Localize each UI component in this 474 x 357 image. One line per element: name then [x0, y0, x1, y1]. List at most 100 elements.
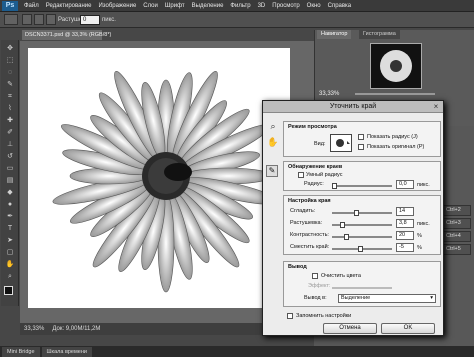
output-to-value: Выделение	[341, 295, 371, 301]
refine-radius-tool-icon[interactable]: ✎	[266, 165, 278, 177]
refine-edge-dialog: Уточнить край × ⌕ ✋ ✎ Режим просмотра Ви…	[262, 100, 444, 336]
cancel-button[interactable]: Отмена	[323, 323, 377, 334]
quick-select-tool-icon[interactable]: ✎	[5, 80, 15, 89]
shortcut-item[interactable]: Ctrl+5	[443, 244, 471, 255]
hand-tool-icon[interactable]: ✋	[5, 260, 15, 269]
menu-3d[interactable]: 3D	[258, 3, 266, 9]
smart-radius-checkbox[interactable]	[298, 172, 304, 178]
smart-radius-label: Умный радиус	[306, 172, 343, 178]
shift-edge-unit: %	[417, 245, 422, 251]
radius-slider-knob[interactable]	[332, 183, 337, 189]
eyedropper-tool-icon[interactable]: ⌇	[5, 104, 15, 113]
view-label: Вид:	[314, 141, 326, 147]
shift-edge-label: Сместить край:	[290, 244, 330, 250]
gradient-tool-icon[interactable]: ▤	[5, 176, 15, 185]
adjust-edge-section: Настройка края Сгладить: 14 Растушевка: …	[283, 195, 441, 255]
output-section: Вывод Очистить цвета Эффект: Вывод в: Вы…	[283, 261, 441, 307]
show-radius-checkbox[interactable]	[358, 134, 364, 140]
menu-file[interactable]: Файл	[24, 3, 39, 9]
zoom-readout[interactable]: 33,33%	[24, 326, 44, 332]
decontaminate-checkbox[interactable]	[312, 273, 318, 279]
close-icon[interactable]: ×	[431, 102, 441, 112]
amount-label: Эффект:	[308, 283, 331, 289]
blur-tool-icon[interactable]: ◆	[5, 188, 15, 197]
radius-slider[interactable]	[332, 185, 392, 187]
dodge-tool-icon[interactable]: ●	[5, 200, 15, 209]
menu-view[interactable]: Просмотр	[272, 3, 299, 9]
feather-slider-knob[interactable]	[340, 222, 345, 228]
menu-filter[interactable]: Фильтр	[230, 3, 250, 9]
contrast-unit: %	[417, 233, 422, 239]
output-to-select[interactable]: Выделение ▾	[338, 294, 436, 303]
feather-input[interactable]: 3,8	[396, 219, 414, 228]
eraser-tool-icon[interactable]: ▭	[5, 164, 15, 173]
canvas[interactable]	[28, 48, 290, 308]
shift-edge-slider-knob[interactable]	[358, 246, 363, 252]
shortcut-item[interactable]: Ctrl+2	[443, 205, 471, 216]
photoshop-logo: Ps	[2, 0, 18, 11]
healing-tool-icon[interactable]: ✚	[5, 116, 15, 125]
contrast-slider[interactable]	[332, 236, 392, 238]
menu-type[interactable]: Шрифт	[165, 3, 185, 9]
dialog-title[interactable]: Уточнить край	[263, 101, 443, 113]
menu-image[interactable]: Изображение	[98, 3, 136, 9]
radius-input[interactable]: 0,0	[396, 180, 414, 189]
marquee-tool-icon[interactable]: ⬚	[5, 56, 15, 65]
channel-shortcuts: Ctrl+2 Ctrl+3 Ctrl+4 Ctrl+5	[443, 205, 471, 257]
menu-edit[interactable]: Редактирование	[46, 3, 92, 9]
menu-select[interactable]: Выделение	[192, 3, 224, 9]
tool-preset-button[interactable]	[4, 14, 18, 25]
document-tab[interactable]: DSCN3371.psd @ 33,3% (RGB/8*)	[22, 30, 111, 40]
contrast-input[interactable]: 20	[396, 231, 414, 240]
ok-button[interactable]: OK	[381, 323, 435, 334]
contrast-label: Контрастность:	[290, 232, 329, 238]
feather-unit: пикс.	[102, 17, 116, 23]
radius-unit: пикс.	[417, 182, 430, 188]
tab-histogram[interactable]: Гистограмма	[359, 30, 400, 39]
shift-edge-input[interactable]: -5	[396, 243, 414, 252]
navigator-zoom[interactable]: 33,33%	[319, 91, 339, 97]
menu-window[interactable]: Окно	[307, 3, 321, 9]
crop-tool-icon[interactable]: ⌗	[5, 92, 15, 101]
subtract-selection-icon[interactable]	[46, 14, 56, 25]
shape-tool-icon[interactable]: ▢	[5, 248, 15, 257]
section-title: Вывод	[288, 264, 307, 270]
menu-layers[interactable]: Слои	[143, 3, 158, 9]
tab-mini-bridge[interactable]: Mini Bridge	[2, 346, 40, 357]
zoom-tool-icon[interactable]: ⌕	[5, 272, 15, 281]
section-title: Режим просмотра	[288, 124, 337, 130]
feather-label: Растушевка:	[290, 220, 323, 226]
zoom-tool-icon[interactable]: ⌕	[267, 121, 279, 133]
contrast-slider-knob[interactable]	[344, 234, 349, 240]
show-original-label: Показать оригинал (P)	[367, 144, 425, 150]
show-original-checkbox[interactable]	[358, 144, 364, 150]
smooth-input[interactable]: 14	[396, 207, 414, 216]
tab-navigator[interactable]: Навигатор	[317, 30, 352, 39]
hand-tool-icon[interactable]: ✋	[267, 137, 279, 149]
add-selection-icon[interactable]	[34, 14, 44, 25]
brush-tool-icon[interactable]: ✐	[5, 128, 15, 137]
lasso-tool-icon[interactable]: ◌	[5, 68, 15, 77]
stamp-tool-icon[interactable]: ⊥	[5, 140, 15, 149]
new-selection-icon[interactable]	[22, 14, 32, 25]
tab-timeline[interactable]: Шкала времени	[41, 346, 92, 357]
navigator-zoom-slider[interactable]	[355, 93, 435, 95]
show-radius-label: Показать радиус (J)	[367, 134, 418, 140]
remember-settings-checkbox[interactable]	[287, 313, 293, 319]
move-tool-icon[interactable]: ✥	[5, 44, 15, 53]
navigator-thumbnail[interactable]	[370, 43, 422, 89]
smooth-slider-knob[interactable]	[354, 210, 359, 216]
foreground-color-swatch[interactable]	[4, 286, 13, 295]
smooth-slider[interactable]	[332, 212, 392, 214]
type-tool-icon[interactable]: T	[5, 224, 15, 233]
feather-input[interactable]: 0	[80, 15, 100, 25]
pen-tool-icon[interactable]: ✒	[5, 212, 15, 221]
chevron-down-icon: ▾	[430, 295, 433, 301]
shortcut-item[interactable]: Ctrl+3	[443, 218, 471, 229]
history-brush-tool-icon[interactable]: ↺	[5, 152, 15, 161]
menu-help[interactable]: Справка	[328, 3, 352, 9]
amount-slider[interactable]	[332, 287, 392, 289]
shortcut-item[interactable]: Ctrl+4	[443, 231, 471, 242]
path-select-tool-icon[interactable]: ➤	[5, 236, 15, 245]
view-mode-dropdown[interactable]	[330, 134, 352, 152]
